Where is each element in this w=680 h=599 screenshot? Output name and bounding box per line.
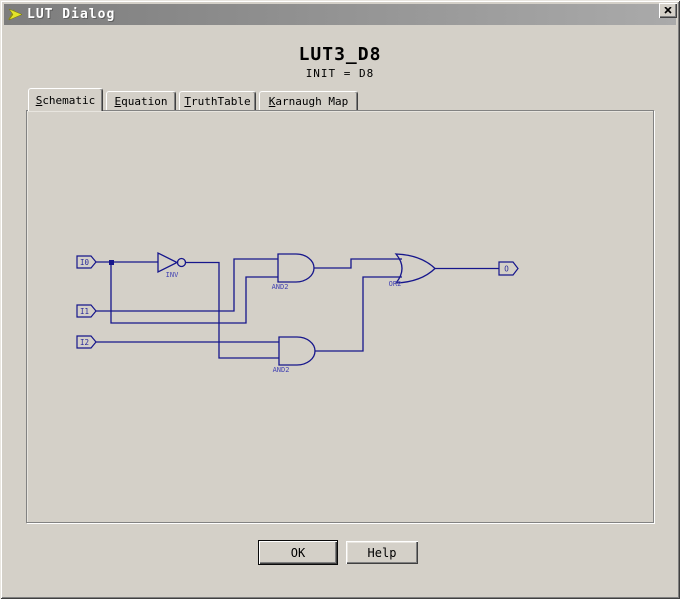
inv-gate [157,251,187,274]
tab-equation[interactable]: Equation [106,91,176,110]
tab-truthtable[interactable]: TruthTable [179,91,256,110]
wire-and-bottom-to-or [315,276,402,352]
and2-bottom-label: AND2 [273,366,290,374]
ok-button[interactable]: OK [258,540,338,565]
gates [157,251,436,366]
tabstrip: Schematic Equation TruthTable Karnaugh M… [26,88,654,111]
close-icon [664,7,672,14]
and2-bottom-gate [278,336,316,366]
or2-label: OR2 [389,280,402,288]
heading: LUT3_D8 INIT = D8 [0,44,680,80]
lut-dialog-window: LUT Dialog LUT3_D8 INIT = D8 Schematic E… [0,0,680,599]
window-title: LUT Dialog [27,7,116,22]
wire-i1-to-and-top [96,258,278,312]
app-icon [8,8,23,21]
wire-and-top-to-or [314,258,402,269]
pin-labels: I0 I1 I2 O [80,258,509,347]
and2-top-label: AND2 [272,283,289,291]
pin-label-i0: I0 [80,258,90,267]
schematic-panel: INV AND2 AND2 OR2 I0 I1 I2 O [26,110,654,523]
pin-label-i1: I1 [80,307,89,316]
pin-label-o: O [504,265,509,274]
schematic-canvas: INV AND2 AND2 OR2 I0 I1 I2 O [76,251,519,374]
wires [96,258,499,359]
tab-karnaugh-map[interactable]: Karnaugh Map [259,91,358,110]
and2-top-gate [277,253,315,283]
pin-label-i2: I2 [80,338,89,347]
tab-schematic[interactable]: Schematic [28,88,103,111]
wire-i0-branch-to-and-top [110,262,278,324]
close-button[interactable] [659,3,677,18]
help-button[interactable]: Help [346,541,418,564]
init-value: INIT = D8 [305,67,375,80]
inv-label: INV [166,271,179,279]
titlebar: LUT Dialog [4,4,676,25]
pins [76,255,519,349]
lut-title: LUT3_D8 [298,44,382,65]
junction-dot [109,260,114,265]
